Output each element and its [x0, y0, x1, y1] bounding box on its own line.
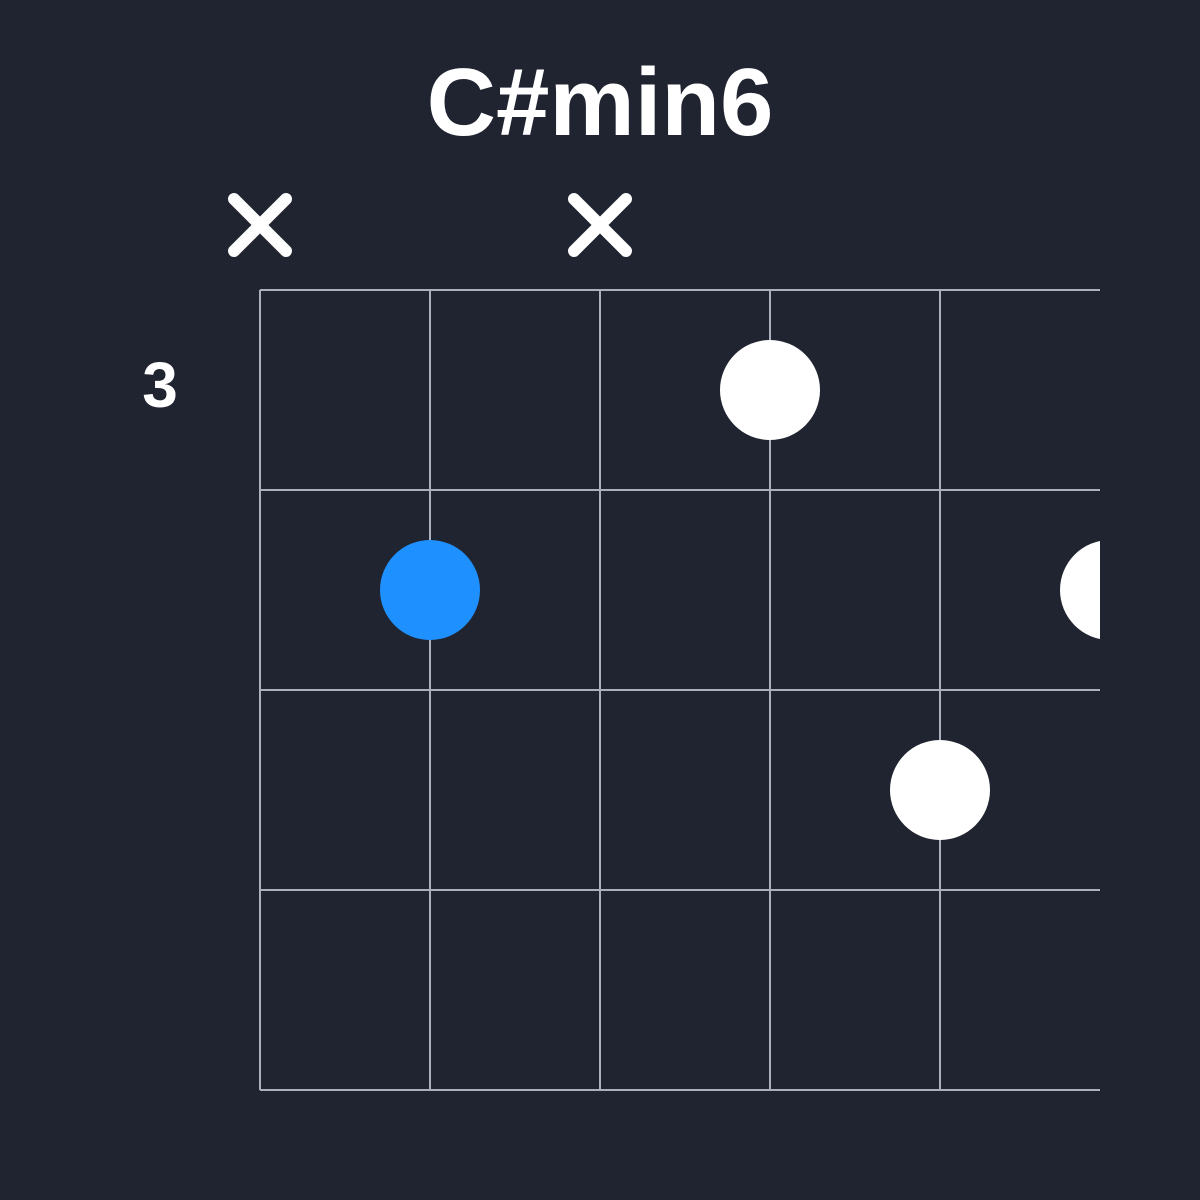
chord-diagram-container: 3 — [0, 170, 1200, 1170]
note-dot — [720, 340, 820, 440]
chord-title: C#min6 — [0, 0, 1200, 170]
root-note-dot — [380, 540, 480, 640]
mute-icon — [234, 199, 286, 251]
note-dot — [1060, 540, 1100, 640]
starting-fret-label: 3 — [142, 349, 178, 421]
note-dot — [890, 740, 990, 840]
chord-diagram: 3 — [100, 170, 1100, 1170]
mute-icon — [574, 199, 626, 251]
